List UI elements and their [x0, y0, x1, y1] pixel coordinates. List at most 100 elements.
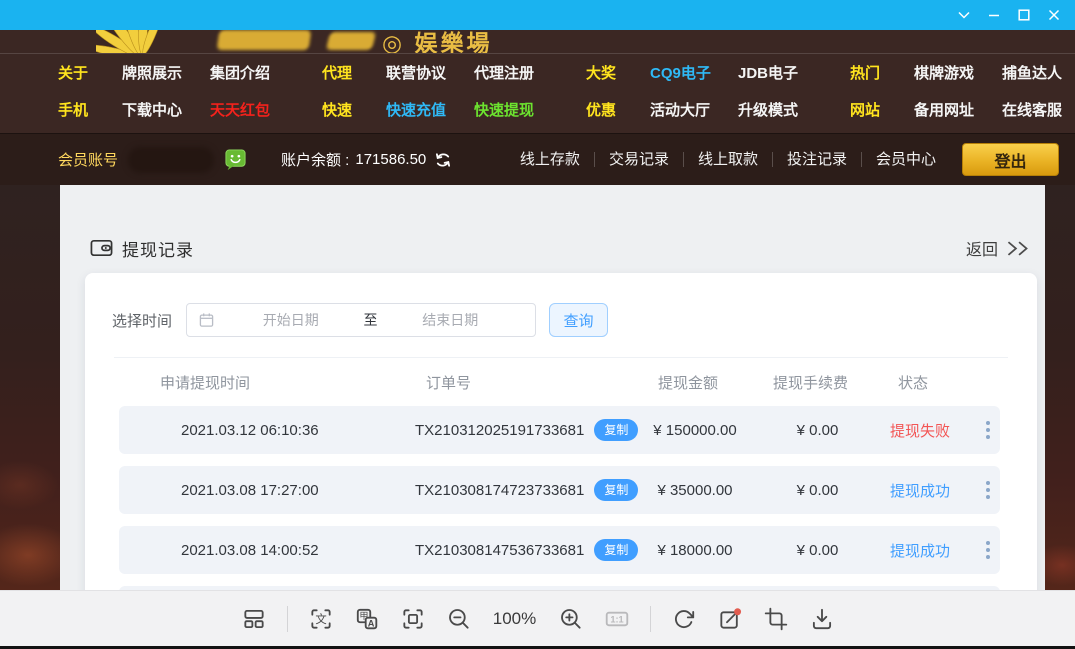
- rotate-icon[interactable]: [671, 606, 697, 632]
- nav-item-about[interactable]: 关于: [58, 62, 122, 83]
- window-titlebar: [0, 0, 1075, 30]
- filter-row: 选择时间 开始日期 至 结束日期 查询: [112, 303, 1010, 337]
- withdraw-record-icon: [90, 238, 113, 258]
- refresh-balance-icon[interactable]: [434, 151, 452, 169]
- nav-item-promo[interactable]: 优惠: [586, 99, 650, 120]
- row-time: 2021.03.12 06:10:36: [149, 422, 415, 439]
- logo-text-fragment: [217, 30, 312, 50]
- nav-item-download[interactable]: 下载中心: [122, 99, 210, 120]
- member-account-label: 会员账号: [58, 149, 118, 170]
- filter-label: 选择时间: [112, 310, 172, 331]
- row-amount: ¥ 35000.00: [620, 482, 770, 499]
- nav-item-quick[interactable]: 快速: [322, 99, 386, 120]
- toolbar-divider: [287, 606, 288, 632]
- date-range-input[interactable]: 开始日期 至 结束日期: [186, 303, 536, 337]
- end-date-placeholder: 结束日期: [378, 310, 524, 330]
- logout-button[interactable]: 登出: [962, 143, 1059, 176]
- back-button[interactable]: 返回: [966, 236, 1031, 260]
- nav-item-activity-hall[interactable]: 活动大厅: [650, 99, 738, 120]
- nav-item-alliance[interactable]: 联营协议: [386, 62, 474, 83]
- nav-item-quick-withdraw[interactable]: 快速提现: [474, 99, 586, 120]
- main-background: 提现记录 返回 选择时间: [0, 185, 1075, 590]
- nav-item-license[interactable]: 牌照展示: [122, 62, 210, 83]
- link-bet-records[interactable]: 投注记录: [773, 152, 862, 167]
- status-badge: 提现成功: [865, 480, 975, 501]
- nav-item-backup-url[interactable]: 备用网址: [914, 99, 1002, 120]
- row-actions-menu[interactable]: [975, 481, 1000, 499]
- table-row-partial: [119, 586, 1000, 590]
- actual-size-icon[interactable]: 1:1: [604, 606, 630, 632]
- nav-item-hot[interactable]: 热门: [850, 62, 914, 83]
- date-range-separator: 至: [364, 310, 378, 330]
- header-apply-time: 申请提现时间: [142, 372, 408, 393]
- nav-item-fishing[interactable]: 捕鱼达人: [1002, 62, 1075, 83]
- link-online-deposit[interactable]: 线上存款: [506, 152, 595, 167]
- nav-item-mobile[interactable]: 手机: [58, 99, 122, 120]
- link-member-center[interactable]: 会员中心: [862, 152, 950, 167]
- header-fee: 提现手续费: [763, 372, 858, 393]
- header-order-no: 订单号: [408, 372, 613, 393]
- edit-icon[interactable]: [717, 606, 743, 632]
- row-order-no: TX210308174723733681: [415, 482, 584, 499]
- row-order-no: TX210312025191733681: [415, 422, 584, 439]
- link-online-withdraw[interactable]: 线上取款: [684, 152, 773, 167]
- nav-item-agent[interactable]: 代理: [322, 62, 386, 83]
- edit-badge: [734, 608, 741, 615]
- header-status: 状态: [858, 372, 968, 393]
- table-row: 2021.03.08 14:00:52 TX210308147536733681…: [119, 526, 1000, 574]
- close-icon[interactable]: [1039, 3, 1069, 27]
- chevron-down-icon[interactable]: [949, 3, 979, 27]
- table-row: 2021.03.08 17:27:00 TX210308174723733681…: [119, 466, 1000, 514]
- site-navigation: ◎ 娱樂場 关于 牌照展示 集团介绍 代理 联营协议 代理注册 大奖 CQ9电子…: [0, 30, 1075, 133]
- ocr-icon[interactable]: 文: [308, 606, 334, 632]
- nav-item-jdb[interactable]: JDB电子: [738, 62, 850, 83]
- row-time: 2021.03.08 17:27:00: [149, 482, 415, 499]
- nav-item-quick-deposit[interactable]: 快速充值: [386, 99, 474, 120]
- minimize-icon[interactable]: [979, 3, 1009, 27]
- nav-row-1: 关于 牌照展示 集团介绍 代理 联营协议 代理注册 大奖 CQ9电子 JDB电子…: [0, 54, 1075, 91]
- account-balance: 账户余额 : 171586.50: [281, 149, 452, 170]
- zoom-in-icon[interactable]: [558, 606, 584, 632]
- row-actions-menu[interactable]: [975, 421, 1000, 439]
- link-transaction-records[interactable]: 交易记录: [595, 152, 684, 167]
- nav-item-cq9[interactable]: CQ9电子: [650, 62, 738, 83]
- table-header: 申请提现时间 订单号 提现金额 提现手续费 状态: [112, 358, 1010, 406]
- nav-item-website[interactable]: 网站: [850, 99, 914, 120]
- crop-icon[interactable]: [763, 606, 789, 632]
- row-amount: ¥ 18000.00: [620, 542, 770, 559]
- viewer-toolbar: 文 甲 A 100%: [0, 590, 1075, 649]
- logo-text-fragment: [326, 32, 376, 50]
- row-amount: ¥ 150000.00: [620, 422, 770, 439]
- maximize-icon[interactable]: [1009, 3, 1039, 27]
- nav-item-group-intro[interactable]: 集团介绍: [210, 62, 322, 83]
- balance-label: 账户余额 :: [281, 149, 349, 170]
- nav-item-red-packet[interactable]: 天天红包: [210, 99, 322, 120]
- account-bar: 会员账号 账户余额 : 171586.50 线上存款 交易记录 线上取款 投注记…: [0, 133, 1075, 185]
- table-row: 2021.03.12 06:10:36 TX210312025191733681…: [119, 406, 1000, 454]
- download-icon[interactable]: [809, 606, 835, 632]
- nav-item-jackpot[interactable]: 大奖: [586, 62, 650, 83]
- svg-text:文: 文: [315, 612, 326, 626]
- translate-icon[interactable]: 甲 A: [354, 606, 380, 632]
- zoom-level[interactable]: 100%: [492, 609, 538, 629]
- message-icon[interactable]: [224, 148, 247, 172]
- toolbar-divider: [650, 606, 651, 632]
- site-logo: ◎ 娱樂場: [0, 30, 1075, 54]
- view-mode-icon[interactable]: [241, 606, 267, 632]
- row-fee: ¥ 0.00: [770, 542, 865, 559]
- page-header: 提现记录 返回: [90, 235, 1031, 261]
- row-actions-menu[interactable]: [975, 541, 1000, 559]
- nav-item-agent-register[interactable]: 代理注册: [474, 62, 586, 83]
- back-label: 返回: [966, 236, 998, 260]
- fit-window-icon[interactable]: [400, 606, 426, 632]
- nav-row-2: 手机 下载中心 天天红包 快速 快速充值 快速提现 优惠 活动大厅 升级模式 网…: [0, 91, 1075, 128]
- page-title: 提现记录: [122, 236, 194, 261]
- balance-value: 171586.50: [355, 151, 426, 168]
- search-button[interactable]: 查询: [549, 303, 608, 337]
- logo-text: ◎ 娱樂場: [382, 30, 492, 54]
- nav-item-online-service[interactable]: 在线客服: [1002, 99, 1075, 120]
- nav-item-upgrade-mode[interactable]: 升级模式: [738, 99, 850, 120]
- row-order-no: TX210308147536733681: [415, 542, 584, 559]
- zoom-out-icon[interactable]: [446, 606, 472, 632]
- nav-item-board-games[interactable]: 棋牌游戏: [914, 62, 1002, 83]
